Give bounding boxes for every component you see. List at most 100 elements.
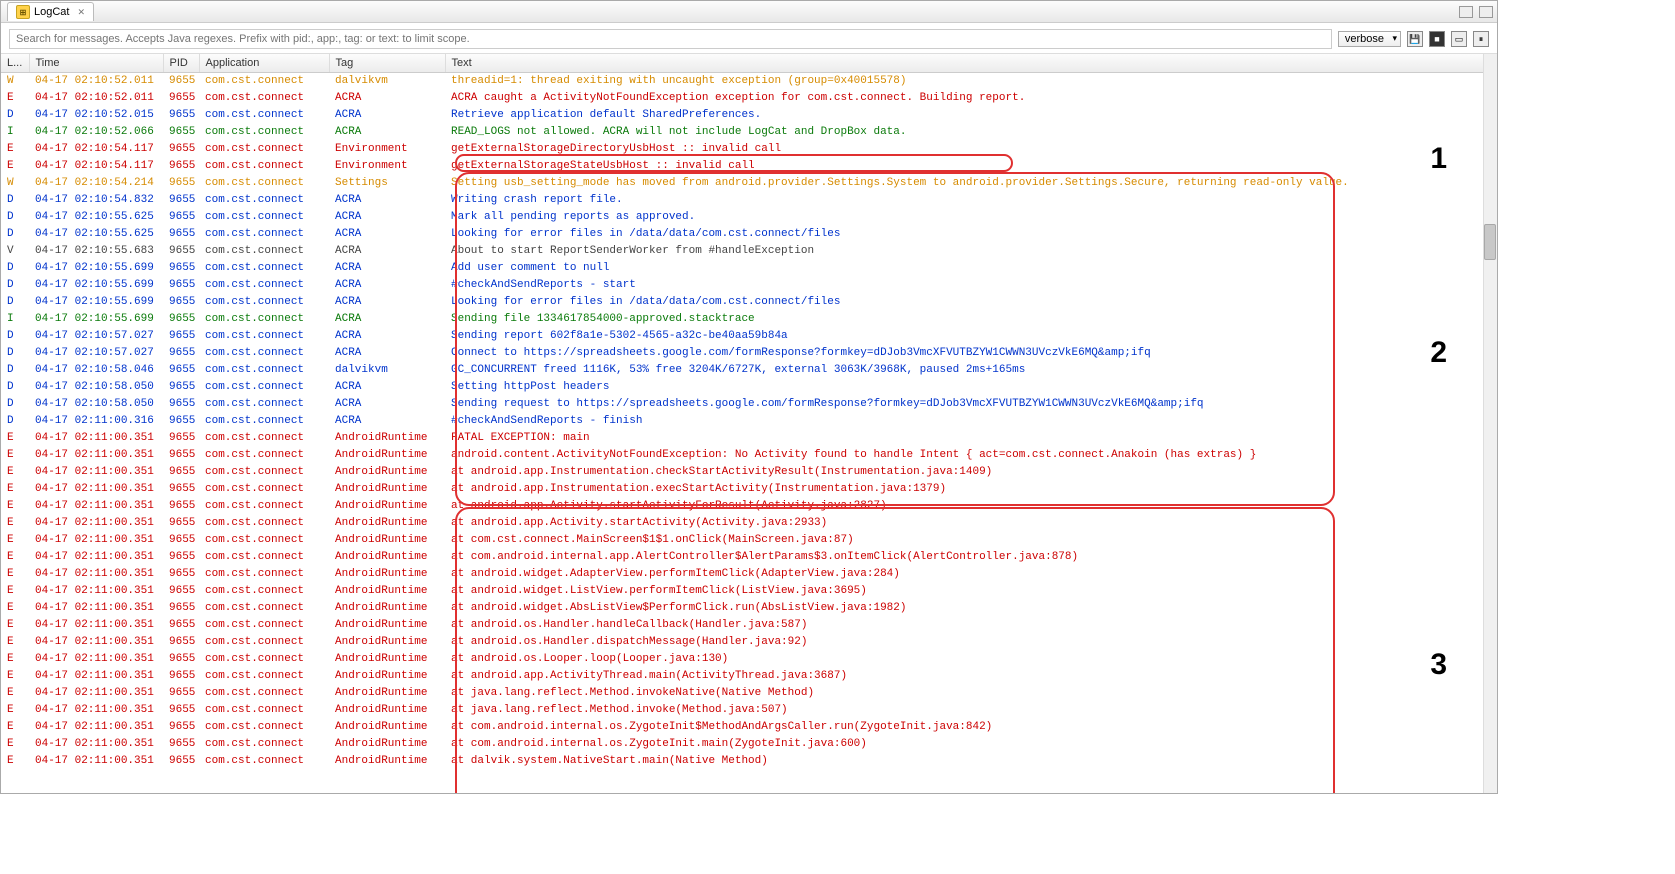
table-row[interactable]: E04-17 02:11:00.3519655com.cst.connectAn… xyxy=(1,702,1497,719)
cell-time: 04-17 02:11:00.351 xyxy=(29,430,163,447)
table-row[interactable]: D04-17 02:10:57.0279655com.cst.connectAC… xyxy=(1,345,1497,362)
cell-lvl: E xyxy=(1,90,29,107)
table-row[interactable]: I04-17 02:10:55.6999655com.cst.connectAC… xyxy=(1,311,1497,328)
col-app[interactable]: Application xyxy=(199,54,329,73)
scroll-lock-icon[interactable]: ⏸ xyxy=(1473,31,1489,47)
col-level[interactable]: L... xyxy=(1,54,29,73)
cell-pid: 9655 xyxy=(163,583,199,600)
table-row[interactable]: E04-17 02:11:00.3519655com.cst.connectAn… xyxy=(1,430,1497,447)
maximize-button[interactable] xyxy=(1479,6,1493,18)
cell-app: com.cst.connect xyxy=(199,260,329,277)
minimize-button[interactable] xyxy=(1459,6,1473,18)
table-row[interactable]: E04-17 02:10:54.1179655com.cst.connectEn… xyxy=(1,141,1497,158)
table-row[interactable]: E04-17 02:11:00.3519655com.cst.connectAn… xyxy=(1,447,1497,464)
table-row[interactable]: E04-17 02:11:00.3519655com.cst.connectAn… xyxy=(1,481,1497,498)
table-header-row: L... Time PID Application Tag Text xyxy=(1,54,1497,73)
cell-tag: dalvikvm xyxy=(329,362,445,379)
table-row[interactable]: D04-17 02:11:00.3169655com.cst.connectAC… xyxy=(1,413,1497,430)
table-row[interactable]: D04-17 02:10:55.6259655com.cst.connectAC… xyxy=(1,226,1497,243)
cell-tag: AndroidRuntime xyxy=(329,668,445,685)
table-row[interactable]: E04-17 02:11:00.3519655com.cst.connectAn… xyxy=(1,651,1497,668)
cell-pid: 9655 xyxy=(163,719,199,736)
table-row[interactable]: I04-17 02:10:52.0669655com.cst.connectAC… xyxy=(1,124,1497,141)
table-row[interactable]: D04-17 02:10:55.6999655com.cst.connectAC… xyxy=(1,260,1497,277)
scrollbar-thumb[interactable] xyxy=(1484,224,1496,260)
table-row[interactable]: E04-17 02:11:00.3519655com.cst.connectAn… xyxy=(1,566,1497,583)
cell-tag: AndroidRuntime xyxy=(329,753,445,770)
cell-app: com.cst.connect xyxy=(199,294,329,311)
col-time[interactable]: Time xyxy=(29,54,163,73)
table-row[interactable]: D04-17 02:10:52.0159655com.cst.connectAC… xyxy=(1,107,1497,124)
table-row[interactable]: D04-17 02:10:54.8329655com.cst.connectAC… xyxy=(1,192,1497,209)
cell-tag: AndroidRuntime xyxy=(329,549,445,566)
col-text[interactable]: Text xyxy=(445,54,1497,73)
table-row[interactable]: D04-17 02:10:57.0279655com.cst.connectAC… xyxy=(1,328,1497,345)
cell-lvl: E xyxy=(1,719,29,736)
table-row[interactable]: E04-17 02:11:00.3519655com.cst.connectAn… xyxy=(1,464,1497,481)
table-row[interactable]: D04-17 02:10:58.0509655com.cst.connectAC… xyxy=(1,396,1497,413)
cell-tag: Environment xyxy=(329,158,445,175)
table-row[interactable]: W04-17 02:10:54.2149655com.cst.connectSe… xyxy=(1,175,1497,192)
cell-text: Setting usb_setting_mode has moved from … xyxy=(445,175,1497,192)
table-row[interactable]: D04-17 02:10:55.6999655com.cst.connectAC… xyxy=(1,277,1497,294)
cell-lvl: E xyxy=(1,515,29,532)
cell-lvl: V xyxy=(1,243,29,260)
display-filters-icon[interactable]: ▭ xyxy=(1451,31,1467,47)
cell-app: com.cst.connect xyxy=(199,90,329,107)
cell-tag: ACRA xyxy=(329,260,445,277)
table-row[interactable]: E04-17 02:11:00.3519655com.cst.connectAn… xyxy=(1,617,1497,634)
cell-tag: ACRA xyxy=(329,396,445,413)
cell-app: com.cst.connect xyxy=(199,583,329,600)
cell-app: com.cst.connect xyxy=(199,430,329,447)
cell-pid: 9655 xyxy=(163,345,199,362)
save-log-icon[interactable]: 💾 xyxy=(1407,31,1423,47)
log-level-select[interactable]: verbose xyxy=(1338,31,1401,47)
table-row[interactable]: E04-17 02:11:00.3519655com.cst.connectAn… xyxy=(1,685,1497,702)
cell-tag: ACRA xyxy=(329,328,445,345)
table-row[interactable]: D04-17 02:10:58.0469655com.cst.connectda… xyxy=(1,362,1497,379)
table-row[interactable]: E04-17 02:11:00.3519655com.cst.connectAn… xyxy=(1,634,1497,651)
table-row[interactable]: E04-17 02:11:00.3519655com.cst.connectAn… xyxy=(1,668,1497,685)
scrollbar-track[interactable] xyxy=(1483,54,1497,793)
cell-lvl: D xyxy=(1,328,29,345)
cell-text: at android.widget.AdapterView.performIte… xyxy=(445,566,1497,583)
table-row[interactable]: E04-17 02:11:00.3519655com.cst.connectAn… xyxy=(1,515,1497,532)
cell-lvl: W xyxy=(1,73,29,90)
table-row[interactable]: D04-17 02:10:55.6259655com.cst.connectAC… xyxy=(1,209,1497,226)
col-pid[interactable]: PID xyxy=(163,54,199,73)
tab-logcat[interactable]: ⊞ LogCat ✕ xyxy=(7,2,94,21)
log-table-wrap[interactable]: L... Time PID Application Tag Text W04-1… xyxy=(1,54,1497,793)
table-row[interactable]: E04-17 02:11:00.3519655com.cst.connectAn… xyxy=(1,753,1497,770)
table-row[interactable]: D04-17 02:10:58.0509655com.cst.connectAC… xyxy=(1,379,1497,396)
cell-pid: 9655 xyxy=(163,311,199,328)
cell-time: 04-17 02:10:52.011 xyxy=(29,73,163,90)
cell-tag: dalvikvm xyxy=(329,73,445,90)
cell-app: com.cst.connect xyxy=(199,532,329,549)
table-row[interactable]: E04-17 02:11:00.3519655com.cst.connectAn… xyxy=(1,549,1497,566)
table-row[interactable]: D04-17 02:10:55.6999655com.cst.connectAC… xyxy=(1,294,1497,311)
table-row[interactable]: E04-17 02:11:00.3519655com.cst.connectAn… xyxy=(1,736,1497,753)
table-row[interactable]: E04-17 02:11:00.3519655com.cst.connectAn… xyxy=(1,532,1497,549)
table-row[interactable]: W04-17 02:10:52.0119655com.cst.connectda… xyxy=(1,73,1497,90)
table-row[interactable]: E04-17 02:11:00.3519655com.cst.connectAn… xyxy=(1,719,1497,736)
search-input[interactable] xyxy=(9,29,1332,49)
cell-time: 04-17 02:10:55.699 xyxy=(29,311,163,328)
cell-tag: ACRA xyxy=(329,243,445,260)
close-icon[interactable]: ✕ xyxy=(77,7,85,18)
cell-text: at android.os.Handler.handleCallback(Han… xyxy=(445,617,1497,634)
clear-log-icon[interactable]: ■ xyxy=(1429,31,1445,47)
table-row[interactable]: V04-17 02:10:55.6839655com.cst.connectAC… xyxy=(1,243,1497,260)
cell-time: 04-17 02:10:55.625 xyxy=(29,226,163,243)
cell-lvl: D xyxy=(1,362,29,379)
cell-app: com.cst.connect xyxy=(199,566,329,583)
tab-title: LogCat xyxy=(34,6,69,18)
table-row[interactable]: E04-17 02:10:54.1179655com.cst.connectEn… xyxy=(1,158,1497,175)
col-tag[interactable]: Tag xyxy=(329,54,445,73)
cell-lvl: E xyxy=(1,430,29,447)
cell-text: at android.app.Activity.startActivityFor… xyxy=(445,498,1497,515)
table-row[interactable]: E04-17 02:11:00.3519655com.cst.connectAn… xyxy=(1,498,1497,515)
table-row[interactable]: E04-17 02:11:00.3519655com.cst.connectAn… xyxy=(1,583,1497,600)
table-row[interactable]: E04-17 02:10:52.0119655com.cst.connectAC… xyxy=(1,90,1497,107)
table-row[interactable]: E04-17 02:11:00.3519655com.cst.connectAn… xyxy=(1,600,1497,617)
toolbar: verbose 💾 ■ ▭ ⏸ xyxy=(1,23,1497,54)
